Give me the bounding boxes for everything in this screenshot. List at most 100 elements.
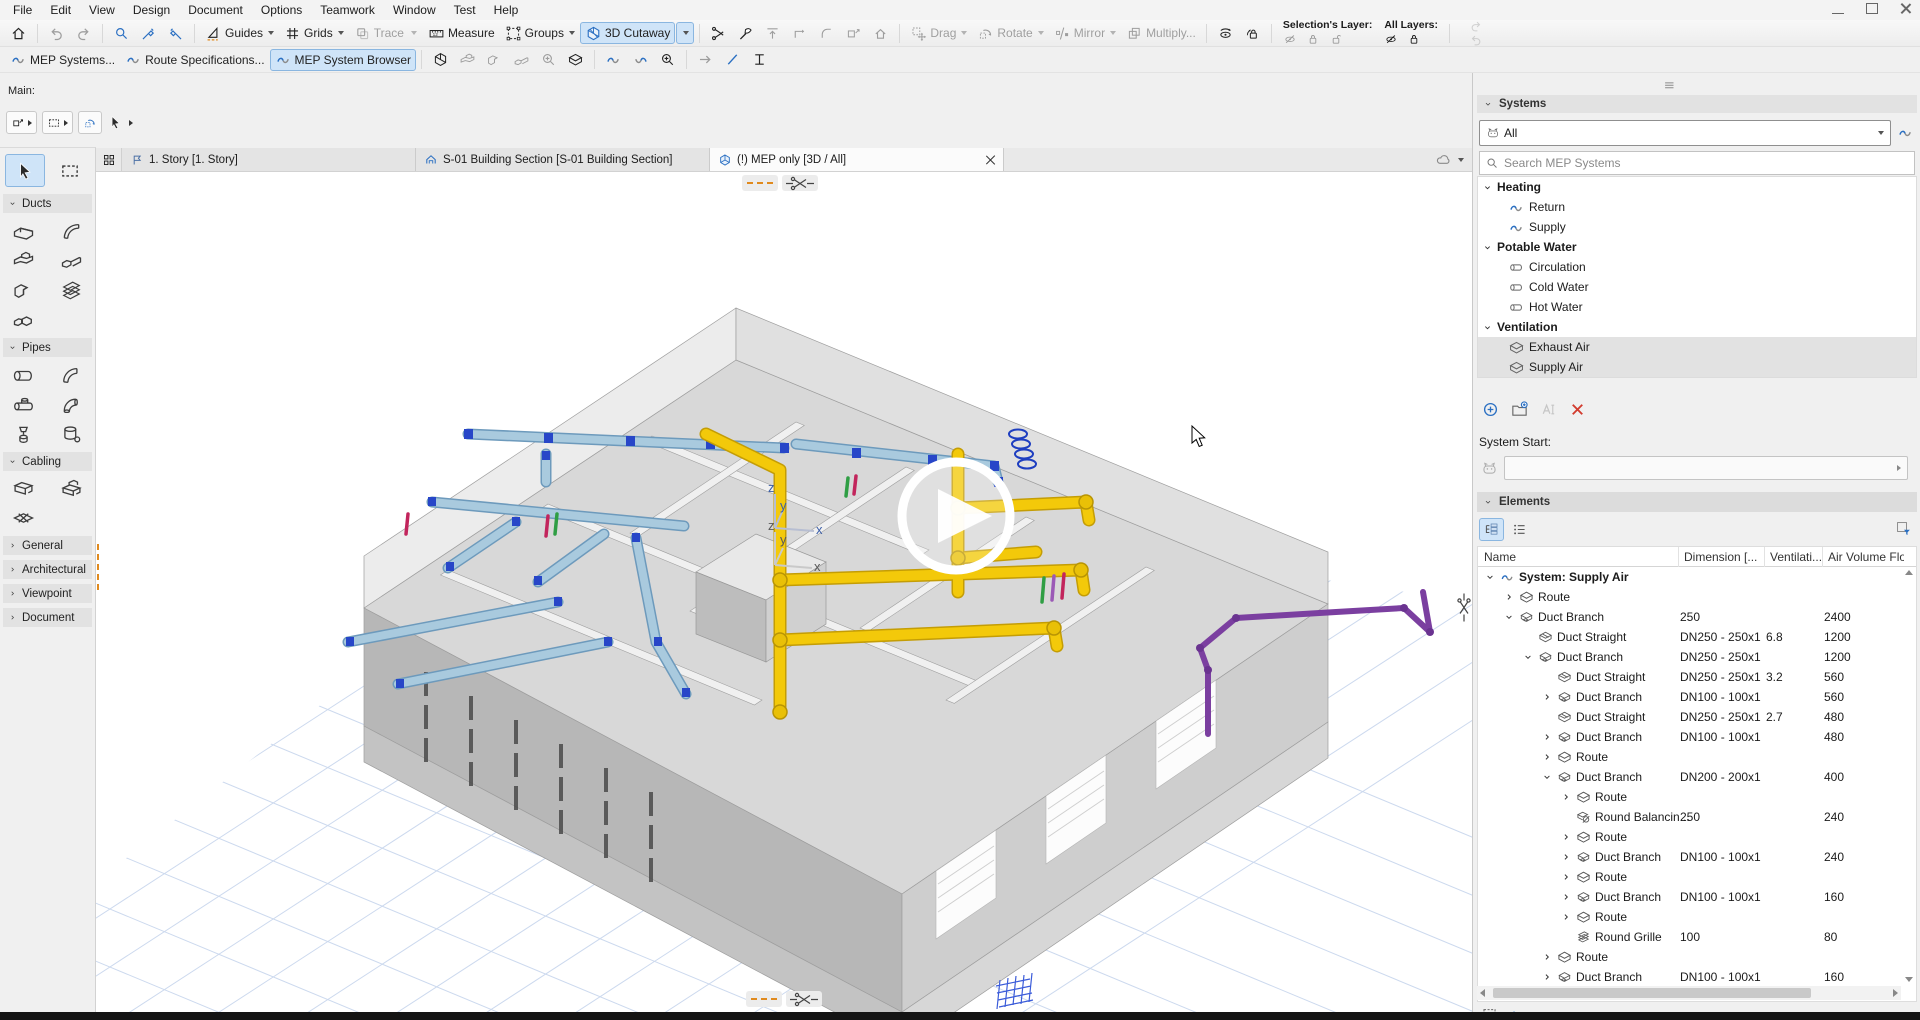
toolbox-item[interactable]: General — [3, 536, 92, 555]
lock-all-layers-icon[interactable] — [1407, 32, 1421, 46]
mep-connect-button[interactable] — [454, 49, 481, 71]
3d-viewport[interactable]: z y x z y x — [96, 172, 1472, 1012]
table-header[interactable]: Name Dimension [... Ventilati... Air Vol… — [1478, 547, 1916, 567]
toolbox-item[interactable]: Viewpoint — [3, 584, 92, 603]
close-icon[interactable] — [1900, 3, 1912, 14]
redo-small-icon[interactable] — [1469, 19, 1483, 33]
chevron-down-icon[interactable] — [569, 31, 575, 35]
rename-button[interactable] — [1539, 400, 1558, 419]
toolbox-item[interactable] — [0, 473, 48, 503]
menu-item[interactable]: Document — [179, 1, 252, 19]
multiply-button[interactable]: Multiply... — [1121, 22, 1201, 44]
group-chevron-icon[interactable] — [1482, 322, 1493, 333]
toolbox-item[interactable]: Document — [3, 608, 92, 627]
system-tree-row[interactable]: Supply — [1478, 217, 1916, 237]
mep-toolbar-button[interactable]: Route Specifications... — [120, 49, 269, 71]
maximize-icon[interactable] — [1866, 3, 1878, 14]
3d-cutaway-chevron[interactable] — [676, 22, 694, 44]
cutaway-plane-edge[interactable] — [97, 544, 99, 590]
vertical-scrollbar[interactable] — [1901, 567, 1916, 985]
menu-item[interactable]: Window — [384, 1, 445, 19]
toolbox-item[interactable] — [0, 245, 48, 275]
table-row[interactable]: Round Balancin... 250 240 — [1478, 807, 1916, 827]
expand-chevron-icon[interactable] — [1541, 751, 1553, 763]
toolbox-item[interactable]: Cabling — [3, 452, 92, 471]
system-filter-dropdown[interactable]: All — [1479, 120, 1891, 146]
mep-system-a-button[interactable] — [600, 49, 627, 71]
scroll-up-icon[interactable] — [1905, 570, 1913, 575]
system-tree-row[interactable]: Exhaust Air — [1478, 337, 1916, 357]
groups-button[interactable]: Groups — [500, 22, 580, 44]
menu-item[interactable]: Design — [124, 1, 179, 19]
mep-system-b-button[interactable] — [627, 49, 654, 71]
view-tab[interactable]: 1. Story [1. Story] — [122, 148, 416, 171]
palette-menu-icon[interactable] — [1663, 79, 1677, 93]
undo-button[interactable] — [43, 22, 70, 44]
table-row[interactable]: Route — [1478, 907, 1916, 927]
new-folder-button[interactable] — [1510, 400, 1529, 419]
group-chevron-icon[interactable] — [1482, 242, 1493, 253]
measure-button[interactable]: Measure — [423, 22, 500, 44]
trace-button[interactable]: Trace — [349, 22, 409, 44]
resize-button[interactable] — [840, 22, 867, 44]
chevron-down-icon[interactable] — [338, 31, 344, 35]
mep-cube-button[interactable] — [427, 49, 454, 71]
cutaway-cut-button[interactable] — [786, 991, 822, 1007]
system-tree-row[interactable]: Circulation — [1478, 257, 1916, 277]
expand-chevron-icon[interactable] — [1541, 971, 1553, 983]
horizontal-scrollbar[interactable] — [1477, 986, 1901, 1000]
toolbox-item[interactable] — [48, 359, 96, 389]
toolbox-item[interactable]: Architectural — [3, 560, 92, 579]
delete-button[interactable] — [1568, 400, 1587, 419]
flyout-arrow-icon[interactable] — [129, 120, 133, 126]
system-tree-row[interactable]: Hot Water — [1478, 297, 1916, 317]
mep-line-button[interactable] — [719, 49, 746, 71]
mep-arrow-button[interactable] — [692, 49, 719, 71]
tab-overview-button[interactable] — [96, 148, 122, 171]
toolbox-item[interactable] — [48, 389, 96, 419]
home-button[interactable] — [5, 22, 32, 44]
toolbox-item[interactable] — [48, 215, 96, 245]
expand-chevron-icon[interactable] — [1541, 691, 1553, 703]
menu-item[interactable]: File — [4, 1, 41, 19]
intersect-button[interactable] — [786, 22, 813, 44]
unlock-selection-layer-icon[interactable] — [1329, 32, 1343, 46]
toolbox-item[interactable] — [0, 389, 48, 419]
drag-button[interactable]: Drag — [905, 22, 972, 44]
toolbox-item[interactable] — [0, 215, 48, 245]
arrow-tool-icon[interactable] — [107, 114, 124, 131]
menu-item[interactable]: Edit — [41, 1, 80, 19]
menu-item[interactable]: View — [80, 1, 124, 19]
redo-button[interactable] — [70, 22, 97, 44]
mep-branch-button[interactable] — [481, 49, 508, 71]
tab-list-chevron-icon[interactable] — [1458, 158, 1464, 162]
table-row[interactable]: Round Grille 100 80 — [1478, 927, 1916, 947]
table-row[interactable]: Duct Branch DN250 - 250x1 1200 — [1478, 647, 1916, 667]
filter-elements-icon[interactable] — [1895, 520, 1912, 537]
tree-view-toggle[interactable] — [1479, 518, 1504, 541]
expand-chevron-icon[interactable] — [1541, 671, 1553, 683]
expand-chevron-icon[interactable] — [1522, 651, 1534, 663]
table-row[interactable]: Duct Straight DN250 - 250x1 3.2 560 — [1478, 667, 1916, 687]
minimize-icon[interactable] — [1832, 3, 1844, 14]
toolbox-item[interactable]: Ducts — [3, 194, 92, 213]
table-row[interactable]: Duct Straight DN250 - 250x1 2.7 480 — [1478, 707, 1916, 727]
toolbox-item[interactable]: Pipes — [3, 338, 92, 357]
system-tree-row[interactable]: Ventilation — [1478, 317, 1916, 337]
table-row[interactable]: Route — [1478, 947, 1916, 967]
cutaway-dash-button[interactable] — [742, 175, 778, 191]
marquee-mode-button[interactable] — [42, 111, 73, 134]
table-row[interactable]: Duct Branch DN100 - 100x1 480 — [1478, 727, 1916, 747]
mep-zoom-button[interactable] — [654, 49, 681, 71]
show-hide-layers-button[interactable] — [1212, 22, 1239, 44]
mep-add-fitting-button[interactable] — [535, 49, 562, 71]
systems-section-header[interactable]: Systems — [1477, 95, 1917, 113]
system-tree-row[interactable]: Heating — [1478, 177, 1916, 197]
expand-chevron-icon[interactable] — [1560, 891, 1572, 903]
play-button[interactable] — [902, 462, 1010, 570]
expand-chevron-icon[interactable] — [1560, 911, 1572, 923]
cutaway-dash-button[interactable] — [746, 991, 782, 1007]
add-system-button[interactable] — [1481, 400, 1500, 419]
marquee-tool-button[interactable] — [50, 154, 90, 187]
table-row[interactable]: Duct Branch DN100 - 100x1 560 — [1478, 687, 1916, 707]
